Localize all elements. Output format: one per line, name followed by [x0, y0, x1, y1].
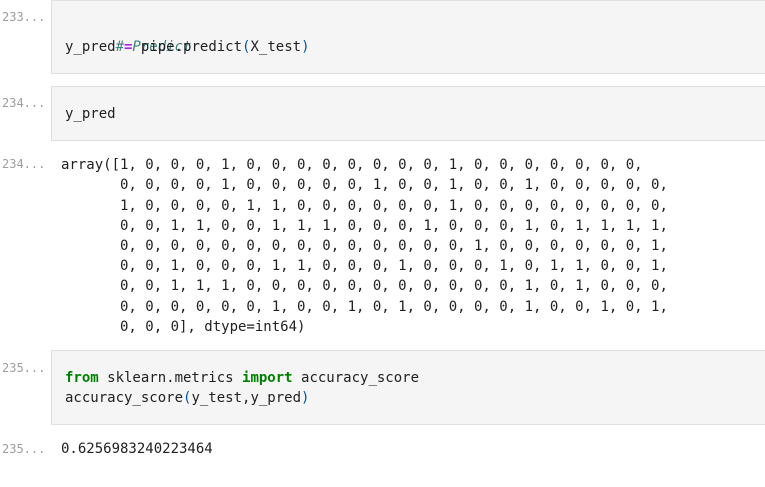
keyword-token: from	[65, 370, 99, 386]
output-line: 0, 0, 0, 0, 1, 0, 0, 0, 0, 0, 1, 0, 0, 1…	[61, 177, 668, 193]
output-line: array([1, 0, 0, 0, 1, 0, 0, 0, 0, 0, 0, …	[61, 157, 643, 173]
argument-token: X_test	[250, 39, 302, 55]
cell-prompt: 234...	[2, 96, 46, 110]
name-token: accuracy_score	[292, 370, 420, 386]
output-cell-array: 234... array([1, 0, 0, 0, 1, 0, 0, 0, 0,…	[0, 152, 765, 342]
output-cell-accuracy: 235... 0.6256983240223464	[0, 436, 765, 466]
cell-prompt: 235...	[2, 442, 46, 456]
close-paren-token: )	[301, 390, 310, 406]
code-cell-show-pred[interactable]: 234... y_pred	[0, 86, 765, 141]
code-input-area[interactable]: from sklearn.metrics import accuracy_sco…	[51, 350, 765, 425]
variable-token: y_pred	[65, 39, 116, 55]
code-input-area[interactable]: y_pred	[51, 86, 765, 141]
code-line-import: from sklearn.metrics import accuracy_sco…	[65, 368, 419, 388]
code-line-call: accuracy_score(y_test,y_pred)	[65, 388, 309, 408]
close-paren-token: )	[301, 39, 310, 55]
output-line: 0.6256983240223464	[61, 441, 213, 457]
code-cell-accuracy[interactable]: 235... from sklearn.metrics import accur…	[0, 350, 765, 425]
code-cell-predict[interactable]: 233... # Predict y_pred = pipe.predict(X…	[0, 0, 765, 75]
cell-prompt: 235...	[2, 361, 46, 375]
call-token: pipe.predict	[140, 39, 243, 55]
code-line-comment: # Predict	[65, 17, 192, 55]
output-line: 0, 0, 0, 0, 0, 0, 0, 0, 0, 0, 0, 0, 0, 0…	[61, 238, 668, 254]
module-token: sklearn.metrics	[98, 370, 243, 386]
output-line: 1, 0, 0, 0, 0, 1, 1, 0, 0, 0, 0, 0, 0, 1…	[61, 198, 668, 214]
output-line: 0, 0, 1, 0, 0, 0, 1, 1, 0, 0, 0, 1, 0, 0…	[61, 258, 668, 274]
output-line: 0, 0, 1, 1, 1, 0, 0, 0, 0, 0, 0, 0, 0, 0…	[61, 278, 668, 294]
argument-token: y_test,y_pred	[191, 390, 302, 406]
output-line: 0, 0, 1, 1, 0, 0, 1, 1, 1, 0, 0, 0, 1, 0…	[61, 218, 668, 234]
keyword-token: import	[242, 370, 293, 386]
code-line: y_pred	[65, 106, 116, 122]
operator-token: =	[124, 39, 133, 55]
output-line: 0, 0, 0, 0, 0, 0, 1, 0, 0, 1, 0, 1, 0, 0…	[61, 299, 668, 315]
cell-prompt: 234...	[2, 157, 46, 171]
code-line-assign: y_pred = pipe.predict(X_test)	[65, 37, 310, 57]
call-token: accuracy_score	[65, 390, 184, 406]
output-line: 0, 0, 0], dtype=int64)	[61, 319, 306, 335]
code-input-area[interactable]: # Predict y_pred = pipe.predict(X_test)	[51, 0, 765, 74]
cell-prompt: 233...	[2, 10, 46, 24]
